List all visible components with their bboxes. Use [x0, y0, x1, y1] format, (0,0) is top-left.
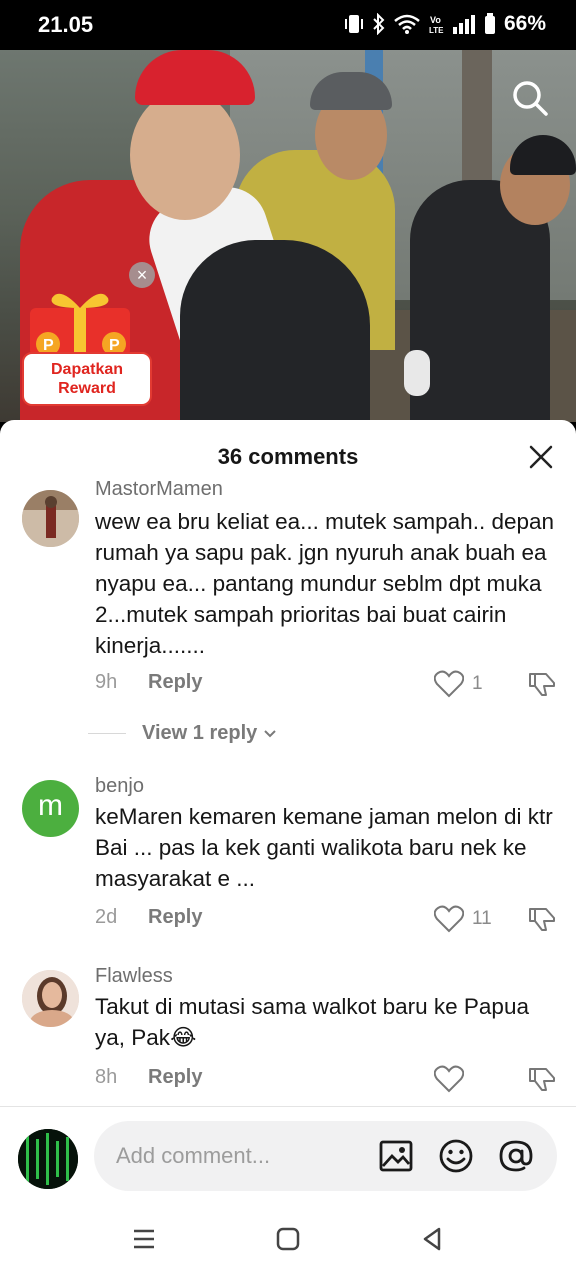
- view-replies-row[interactable]: View 1 reply: [88, 722, 277, 745]
- recent-apps-icon[interactable]: [129, 1224, 159, 1254]
- emoji-icon[interactable]: [438, 1138, 474, 1174]
- svg-text:Vo: Vo: [430, 15, 441, 25]
- dislike-icon[interactable]: [527, 905, 557, 933]
- back-icon[interactable]: [417, 1224, 447, 1254]
- battery-icon: [484, 13, 495, 34]
- comment-text: wew ea bru keliat ea... mutek sampah.. d…: [95, 509, 555, 658]
- like-count: 11: [472, 908, 492, 929]
- comment-item: m benjo keMaren kemaren kemane jaman mel…: [0, 770, 576, 950]
- divider-line: [88, 733, 126, 734]
- video-trash-bag: [180, 240, 370, 422]
- comment-time: 9h: [95, 671, 118, 693]
- image-icon[interactable]: [378, 1138, 414, 1174]
- comment-input-placeholder[interactable]: Add comment...: [116, 1143, 270, 1169]
- reward-label-line2: Reward: [58, 380, 116, 397]
- avatar[interactable]: [22, 970, 79, 1027]
- avatar-letter: m: [38, 789, 63, 822]
- comment-item: MastorMamen wew ea bru keliat ea... mute…: [0, 420, 576, 720]
- comment-username[interactable]: MastorMamen: [95, 478, 223, 501]
- avatar[interactable]: [22, 490, 79, 547]
- comment-item: Flawless Takut di mutasi sama walkot bar…: [0, 960, 576, 1100]
- comment-input[interactable]: Add comment...: [94, 1121, 557, 1191]
- view-replies-button[interactable]: View 1 reply: [142, 722, 257, 745]
- heart-icon: [434, 670, 464, 698]
- signal-icon: [452, 15, 475, 34]
- video-person-head: [130, 90, 240, 220]
- comment-time: 2d: [95, 906, 118, 928]
- status-icons: Vo LTE 66%: [344, 12, 546, 36]
- vibrate-icon: [344, 15, 363, 33]
- reward-badge[interactable]: P P × Dapatkan Reward: [16, 260, 155, 406]
- mention-icon[interactable]: [498, 1138, 534, 1174]
- status-bar: 21.05 Vo LTE 66%: [0, 0, 576, 50]
- bluetooth-icon: [373, 13, 385, 35]
- system-nav-bar: [0, 1206, 576, 1280]
- dislike-icon[interactable]: [527, 1065, 557, 1093]
- comment-time: 8h: [95, 1066, 118, 1088]
- comment-text: keMaren kemaren kemane jaman melon di kt…: [95, 804, 553, 891]
- like-button[interactable]: 1: [434, 670, 483, 698]
- like-button[interactable]: [434, 1065, 472, 1093]
- reply-button[interactable]: Reply: [148, 906, 202, 929]
- home-icon[interactable]: [273, 1224, 303, 1254]
- reply-button[interactable]: Reply: [148, 1066, 202, 1089]
- comment-input-bar: Add comment...: [0, 1106, 576, 1206]
- svg-text:LTE: LTE: [429, 26, 444, 35]
- battery-percentage: 66%: [503, 12, 546, 35]
- comments-sheet: 36 comments MastorMamen wew ea bru kelia…: [0, 420, 576, 1280]
- search-icon[interactable]: [510, 78, 550, 118]
- heart-icon: [434, 905, 464, 933]
- comment-text: Takut di mutasi sama walkot baru ke Papu…: [95, 994, 529, 1050]
- like-count: 1: [472, 673, 483, 694]
- volte-icon: VoLTE: [429, 15, 444, 35]
- avatar[interactable]: m: [22, 780, 79, 837]
- comment-username[interactable]: Flawless: [95, 965, 173, 988]
- dislike-icon[interactable]: [527, 670, 557, 698]
- heart-icon: [434, 1065, 464, 1093]
- video-person-glove: [404, 350, 430, 396]
- chevron-down-icon: [264, 729, 276, 737]
- wifi-icon: [394, 14, 420, 34]
- avatar[interactable]: [18, 1129, 78, 1189]
- like-button[interactable]: 11: [434, 905, 492, 933]
- status-time: 21.05: [38, 12, 94, 37]
- gift-icon: P P: [30, 293, 130, 356]
- reward-label-line1: Dapatkan: [50, 361, 124, 378]
- comment-username[interactable]: benjo: [95, 775, 144, 798]
- video-player[interactable]: P P × Dapatkan Reward: [0, 50, 576, 422]
- reward-label[interactable]: Dapatkan Reward: [22, 352, 152, 406]
- reply-button[interactable]: Reply: [148, 671, 202, 694]
- reward-close-button[interactable]: ×: [129, 262, 155, 288]
